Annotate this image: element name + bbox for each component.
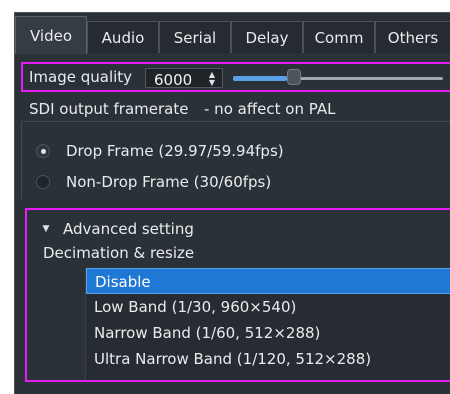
tab-bar: Video Audio Serial Delay Comm Others xyxy=(15,13,450,54)
list-item-label: Ultra Narrow Band (1/120, 512×288) xyxy=(94,350,372,368)
tab-comm[interactable]: Comm xyxy=(303,21,375,53)
image-quality-spinbox[interactable]: 6000 ▲ ▼ xyxy=(145,68,223,89)
tab-label-audio: Audio xyxy=(101,28,145,47)
list-item-low-band[interactable]: Low Band (1/30, 960×540) xyxy=(86,294,450,320)
non-drop-frame-radio[interactable] xyxy=(36,175,50,189)
list-item-label: Disable xyxy=(95,273,151,291)
image-quality-row: Image quality 6000 ▲ ▼ xyxy=(21,62,450,92)
image-quality-slider-fill xyxy=(233,76,287,81)
list-item-label: Low Band (1/30, 960×540) xyxy=(94,298,297,316)
framerate-radio-group: Drop Frame (29.97/59.94fps) Non-Drop Fra… xyxy=(21,121,450,199)
tab-label-delay: Delay xyxy=(245,28,289,47)
list-item-label: Narrow Band (1/60, 512×288) xyxy=(94,324,321,342)
tab-others[interactable]: Others xyxy=(375,21,450,53)
list-item-ultra-narrow-band[interactable]: Ultra Narrow Band (1/120, 512×288) xyxy=(86,346,450,372)
advanced-setting-label[interactable]: Advanced setting xyxy=(63,222,194,237)
tab-audio[interactable]: Audio xyxy=(87,21,159,53)
image-quality-value: 6000 xyxy=(154,71,193,89)
drop-frame-option[interactable]: Drop Frame (29.97/59.94fps) xyxy=(36,140,296,162)
drop-frame-label: Drop Frame (29.97/59.94fps) xyxy=(66,142,284,160)
tab-video[interactable]: Video xyxy=(15,16,87,54)
settings-panel: Video Audio Serial Delay Comm Others Ima… xyxy=(14,12,450,394)
non-drop-frame-option[interactable]: Non-Drop Frame (30/60fps) xyxy=(36,171,296,193)
chevron-down-icon[interactable]: ▼ xyxy=(207,79,217,87)
decimation-list[interactable]: Disable Low Band (1/30, 960×540) Narrow … xyxy=(85,268,450,380)
triangle-down-icon[interactable]: ▼ xyxy=(41,224,51,234)
tab-label-comm: Comm xyxy=(314,28,364,47)
image-quality-label: Image quality xyxy=(29,68,133,86)
tab-delay[interactable]: Delay xyxy=(231,21,303,53)
image-quality-slider-handle[interactable] xyxy=(287,69,301,85)
drop-frame-radio[interactable] xyxy=(36,144,50,158)
tab-serial[interactable]: Serial xyxy=(159,21,231,53)
tab-label-video: Video xyxy=(29,26,73,45)
tab-label-others: Others xyxy=(387,28,439,47)
advanced-setting-section: ▼ Advanced setting Decimation & resize D… xyxy=(25,208,450,382)
decimation-label: Decimation & resize xyxy=(43,244,195,262)
tab-label-serial: Serial xyxy=(173,28,217,47)
list-item-disable[interactable]: Disable xyxy=(86,268,450,294)
non-drop-frame-label: Non-Drop Frame (30/60fps) xyxy=(66,173,272,191)
sdi-output-note: - no affect on PAL xyxy=(204,100,336,118)
sdi-output-title: SDI output framerate xyxy=(29,100,189,118)
list-item-narrow-band[interactable]: Narrow Band (1/60, 512×288) xyxy=(86,320,450,346)
